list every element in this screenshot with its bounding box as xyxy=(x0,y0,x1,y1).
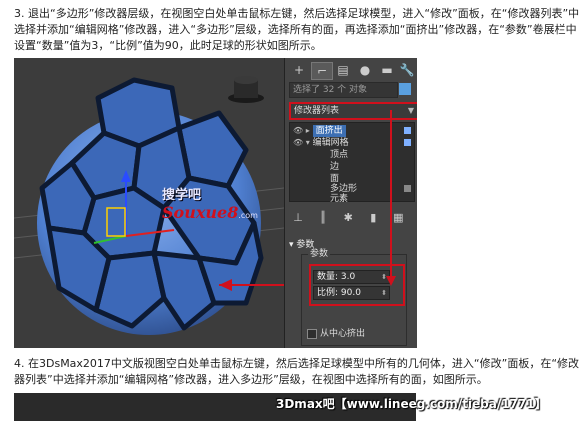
stack-sub-element[interactable]: 元素 xyxy=(330,193,348,205)
stack-swatch xyxy=(404,127,411,134)
make-unique-icon[interactable]: ✱ xyxy=(339,210,357,226)
display-tab-icon[interactable]: ▬ xyxy=(377,62,397,78)
step-4-paragraph: 4. 在3DsMax2017中文版视图空白处单击鼠标左键，然后选择足球模型中所有… xyxy=(14,357,580,386)
create-tab-icon[interactable]: + xyxy=(289,62,309,78)
utilities-tab-icon[interactable]: 🔧 xyxy=(397,62,417,78)
chevron-down-icon: ▼ xyxy=(407,106,414,115)
modifier-list-dropdown[interactable]: 修改器列表 ▼ xyxy=(289,102,417,120)
stack-swatch xyxy=(404,185,411,192)
configure-sets-icon[interactable]: ▦ xyxy=(389,210,407,226)
step-3-paragraph: 3. 退出“多边形”修改器层级，在视图空白处单击鼠标左键，然后选择足球模型，进入… xyxy=(14,7,580,52)
stack-sub-vertex[interactable]: 顶点 xyxy=(330,149,348,161)
stack-swatch xyxy=(404,139,411,146)
checkbox-icon[interactable] xyxy=(307,328,317,339)
hierarchy-tab-icon[interactable]: ▤ xyxy=(333,62,353,78)
spinner-arrows-icon[interactable]: ⬍ xyxy=(381,287,387,299)
modifier-stack[interactable]: 👁 ▸ 面挤出 👁 ▾ 编辑网格 顶点 边 面 多边形 元素 xyxy=(289,122,415,205)
viewport[interactable]: 搜学吧 Souxue8.com xyxy=(14,58,284,348)
watermark: 3Dmax吧【www.lineeg.com/tieba/1771】 xyxy=(276,397,547,411)
pin-stack-icon[interactable]: ⊥ xyxy=(289,210,307,226)
stack-sub-edge[interactable]: 边 xyxy=(330,161,339,173)
show-end-result-icon[interactable]: ║ xyxy=(314,210,332,226)
extrude-from-center-checkbox[interactable]: 从中心挤出 xyxy=(307,328,407,340)
stack-row-face-extrude[interactable]: 👁 ▸ 面挤出 xyxy=(293,125,346,137)
object-name-field[interactable]: 选择了 32 个 对象 xyxy=(289,82,398,98)
amount-spinner[interactable]: 数量: 3.0 ⬍ xyxy=(313,270,390,284)
delete-modifier-icon[interactable]: ▮ xyxy=(364,210,382,226)
stack-row-edit-mesh[interactable]: 👁 ▾ 编辑网格 xyxy=(293,137,349,149)
modify-tab-icon[interactable]: ⌐ xyxy=(311,62,333,80)
scale-spinner[interactable]: 比例: 90.0 ⬍ xyxy=(313,286,390,300)
hat-object xyxy=(228,76,264,103)
object-color-swatch[interactable] xyxy=(399,83,411,95)
site-logo: 搜学吧 Souxue8.com xyxy=(162,188,258,222)
3dsmax-screenshot: 搜学吧 Souxue8.com + ⌐ ▤ ● ▬ 🔧 选择了 32 个 对象 … xyxy=(14,58,417,348)
stack-toolbar: ⊥ ║ ✱ ▮ ▦ xyxy=(289,206,413,224)
command-panel: + ⌐ ▤ ● ▬ 🔧 选择了 32 个 对象 修改器列表 ▼ 👁 ▸ 面挤出 … xyxy=(284,58,417,348)
spinner-arrows-icon[interactable]: ⬍ xyxy=(381,271,387,283)
eye-icon[interactable]: 👁 ▾ xyxy=(293,138,310,147)
motion-tab-icon[interactable]: ● xyxy=(355,62,375,78)
eye-icon[interactable]: 👁 ▸ xyxy=(293,126,310,135)
